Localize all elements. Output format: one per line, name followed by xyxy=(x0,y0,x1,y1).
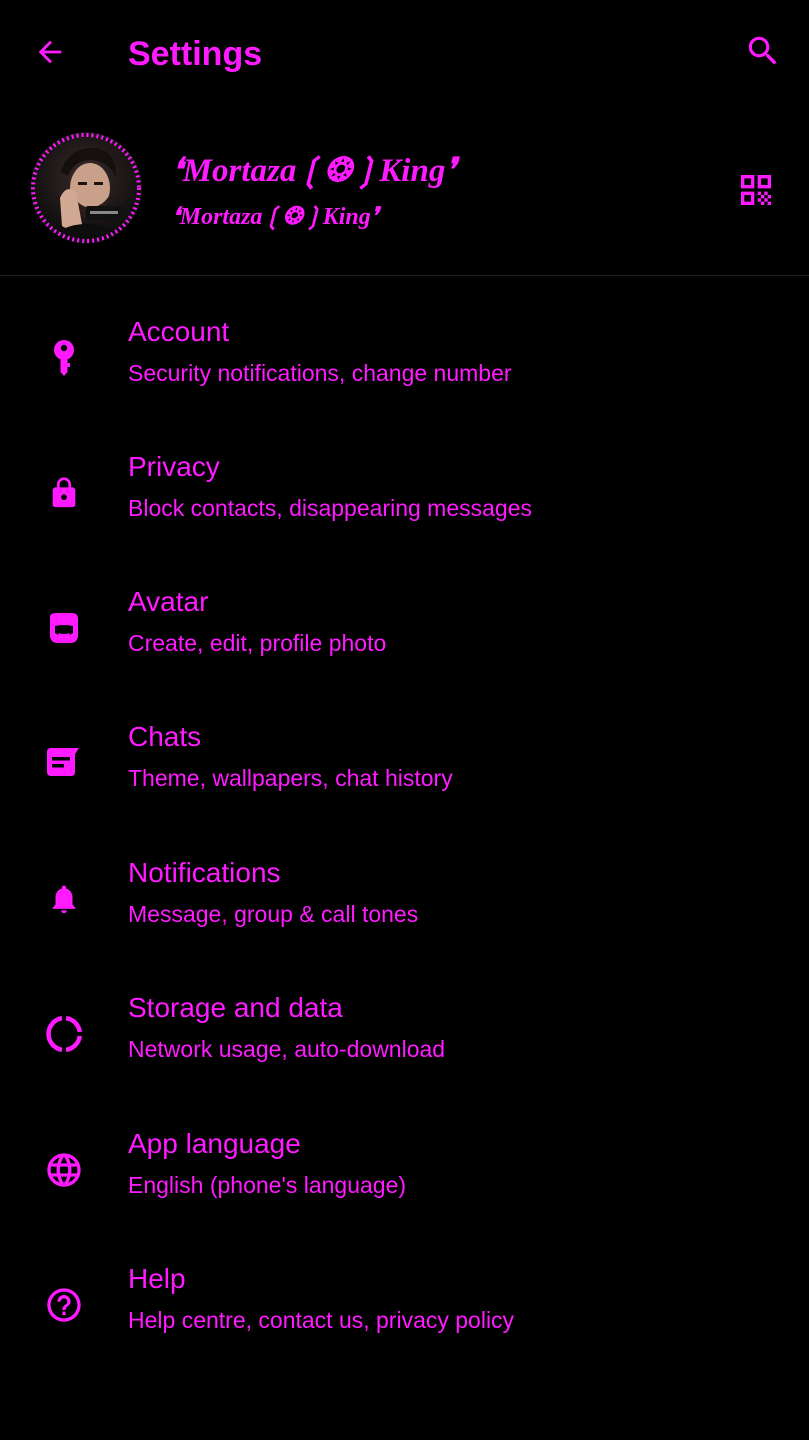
menu-subtitle: Message, group & call tones xyxy=(128,901,419,927)
settings-item-privacy[interactable]: Privacy Block contacts, disappearing mes… xyxy=(0,431,809,566)
lock-icon xyxy=(40,469,88,517)
back-button[interactable] xyxy=(26,30,74,78)
menu-label: App language xyxy=(128,1128,301,1159)
settings-item-help[interactable]: Help Help centre, contact us, privacy po… xyxy=(0,1243,809,1378)
storage-icon xyxy=(40,1010,88,1058)
menu-label: Avatar xyxy=(128,586,209,617)
settings-item-avatar[interactable]: Avatar Create, edit, profile photo xyxy=(0,566,809,701)
settings-item-account[interactable]: Account Security notifications, change n… xyxy=(0,296,809,431)
menu-label: Storage and data xyxy=(128,992,343,1023)
menu-label: Privacy xyxy=(128,451,220,482)
menu-subtitle: Theme, wallpapers, chat history xyxy=(128,765,453,791)
qr-code-button[interactable] xyxy=(730,166,782,218)
menu-subtitle: Help centre, contact us, privacy policy xyxy=(128,1307,515,1333)
search-button[interactable] xyxy=(738,28,788,78)
menu-label: Chats xyxy=(128,721,202,752)
arrow-left-icon xyxy=(33,35,67,74)
profile-about: ❛Mortaza❲❂❳King❜ xyxy=(172,204,379,230)
help-icon xyxy=(40,1281,88,1329)
menu-subtitle: Create, edit, profile photo xyxy=(128,630,387,656)
avatar-icon xyxy=(40,604,88,652)
menu-subtitle: Block contacts, disappearing messages xyxy=(128,495,532,521)
settings-item-storage[interactable]: Storage and data Network usage, auto-dow… xyxy=(0,972,809,1107)
settings-item-notifications[interactable]: Notifications Message, group & call tone… xyxy=(0,837,809,972)
menu-label: Account xyxy=(128,316,230,347)
globe-icon xyxy=(40,1146,88,1194)
qr-code-icon xyxy=(736,170,776,215)
settings-item-chats[interactable]: Chats Theme, wallpapers, chat history xyxy=(0,701,809,836)
divider xyxy=(0,275,809,276)
bell-icon xyxy=(40,875,88,923)
search-icon xyxy=(744,32,782,75)
page-title: Settings xyxy=(128,35,263,73)
app-bar: Settings xyxy=(0,0,809,110)
key-icon xyxy=(40,334,88,382)
menu-label: Notifications xyxy=(128,857,281,888)
menu-subtitle: Security notifications, change number xyxy=(128,360,512,386)
profile-name: ❛Mortaza❲❂❳King❜ xyxy=(172,153,456,189)
menu-subtitle: Network usage, auto-download xyxy=(128,1036,446,1062)
chat-icon xyxy=(40,739,88,787)
menu-subtitle: English (phone's language) xyxy=(128,1172,407,1198)
avatar[interactable] xyxy=(30,132,142,244)
profile-card[interactable]: ❛Mortaza❲❂❳King❜ ❛Mortaza❲❂❳King❜ xyxy=(0,110,809,275)
settings-item-app-language[interactable]: App language English (phone's language) xyxy=(0,1108,809,1243)
menu-label: Help xyxy=(128,1263,186,1294)
